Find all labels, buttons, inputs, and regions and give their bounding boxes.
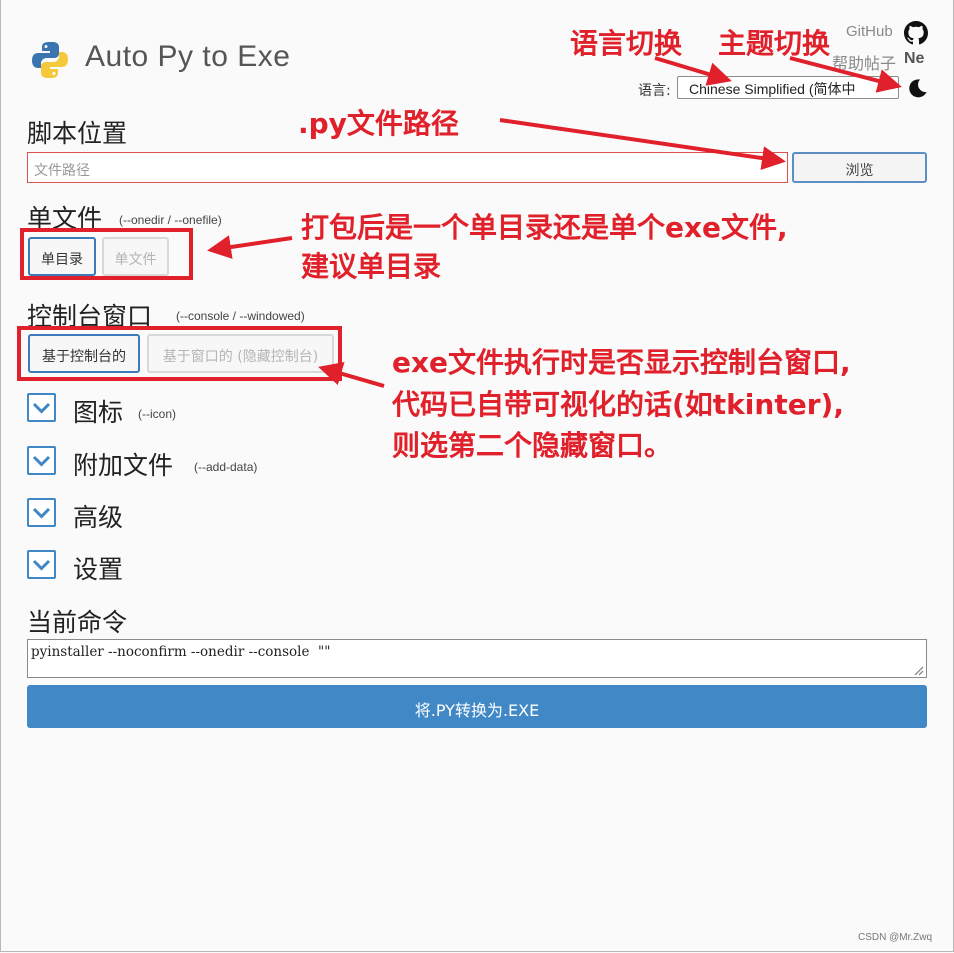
github-link[interactable]: GitHub: [846, 23, 893, 40]
annotation-py-path: .py文件路径: [298, 107, 459, 140]
settings-section-label[interactable]: 设置: [73, 550, 123, 586]
chevron-down-icon: [32, 559, 51, 571]
script-location-heading: 脚本位置: [27, 119, 128, 148]
chevron-down-icon: [32, 455, 51, 467]
onefile-flags: (--onedir / --onefile): [119, 213, 222, 227]
annotation-console-line2: 代码已自带可视化的话(如tkinter),: [392, 388, 844, 421]
python-logo-icon: [32, 42, 68, 78]
icon-section-toggle[interactable]: [27, 393, 56, 422]
settings-section-toggle[interactable]: [27, 550, 56, 579]
theme-toggle-moon-icon[interactable]: [907, 78, 928, 99]
convert-button[interactable]: 将.PY转换为.EXE: [27, 685, 927, 728]
console-flags: (--console / --windowed): [176, 309, 305, 323]
annotation-onefile-line2: 建议单目录: [301, 250, 442, 283]
current-command-heading: 当前命令: [27, 608, 128, 637]
annotation-console-line3: 则选第二个隐藏窗口。: [392, 429, 673, 462]
annotation-onefile-line1: 打包后是一个单目录还是单个exe文件,: [301, 211, 788, 244]
language-label: 语言:: [638, 83, 671, 99]
resize-handle-icon[interactable]: [912, 664, 924, 676]
help-post-link[interactable]: 帮助帖子: [832, 50, 896, 74]
add-data-section-flag: (--add-data): [194, 460, 258, 474]
browse-button[interactable]: 浏览: [792, 152, 927, 183]
current-command-textarea[interactable]: pyinstaller --noconfirm --onedir --conso…: [27, 639, 927, 678]
app-title: Auto Py to Exe: [85, 40, 291, 73]
advanced-section-label[interactable]: 高级: [73, 498, 123, 534]
watermark: CSDN @Mr.Zwq: [858, 932, 933, 943]
advanced-section-toggle[interactable]: [27, 498, 56, 527]
annotation-language-switch: 语言切换: [570, 27, 683, 60]
add-data-section-toggle[interactable]: [27, 446, 56, 475]
icon-section-flag: (--icon): [138, 407, 176, 421]
github-icon[interactable]: [904, 21, 928, 45]
chevron-down-icon: [879, 82, 891, 90]
annotation-theme-switch: 主题切换: [718, 27, 831, 60]
annotation-box-console: [17, 326, 342, 381]
annotation-box-onefile: [20, 228, 193, 280]
help-post-suffix[interactable]: Ne: [904, 50, 924, 68]
script-path-input[interactable]: 文件路径: [27, 152, 788, 183]
icon-section-label[interactable]: 图标: [73, 393, 123, 429]
language-select[interactable]: Chinese Simplified (简体中: [677, 76, 899, 99]
annotation-console-line1: exe文件执行时是否显示控制台窗口,: [392, 346, 851, 379]
chevron-down-icon: [32, 507, 51, 519]
chevron-down-icon: [32, 402, 51, 414]
add-data-section-label[interactable]: 附加文件: [73, 446, 173, 482]
